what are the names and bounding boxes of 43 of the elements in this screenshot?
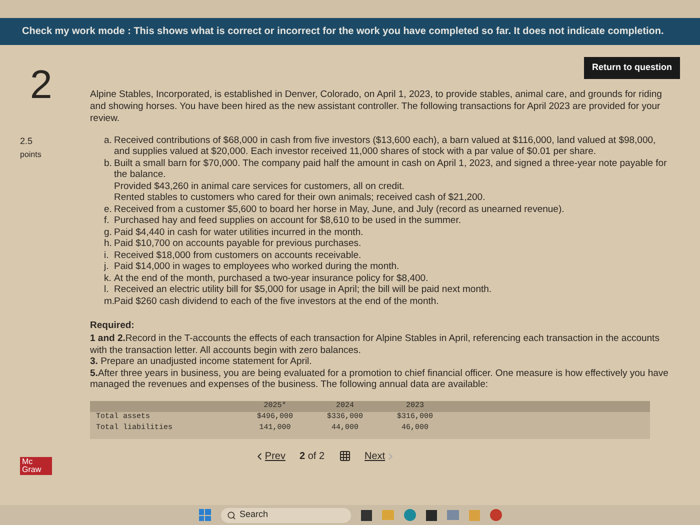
transaction-text: Received $18,000 from customers on accounts receivable. [114, 250, 362, 261]
transaction-letter: b. [104, 158, 113, 170]
mode-banner: Check my work mode : This shows what is correct or incorrect for the work you have completed so far. It does not indicate completion. [0, 18, 700, 45]
points-label: points [20, 148, 42, 160]
next-button[interactable]: Next [364, 448, 396, 464]
transaction-text: Paid $10,700 on accounts payable for previous purchases. [114, 238, 362, 250]
transaction-text: At the end of the month, purchased a two-year insurance policy for $8,400. [114, 272, 428, 284]
brand-logo: Mc Graw [20, 457, 52, 475]
return-to-question-button[interactable]: Return to question [584, 57, 680, 78]
transaction-letter: m. [104, 296, 114, 307]
transaction-letter: l. [104, 284, 110, 296]
app-icon[interactable] [360, 510, 372, 520]
transaction-letter: g. [104, 226, 113, 238]
transaction-letter: k. [104, 272, 112, 284]
transaction-letter: f. [104, 215, 110, 226]
required-heading: Required: [90, 319, 136, 333]
search-icon [226, 510, 236, 520]
points-value: 2.5 [20, 135, 34, 148]
transaction-text: Paid $260 cash dividend to each of the five investors at the end of the month. [114, 296, 439, 307]
transaction-letter: i. [104, 250, 110, 261]
requirement-text: 3. Prepare an unadjusted income statement for April. [90, 356, 313, 368]
transaction-letter: a. [104, 134, 113, 148]
transaction-letter: h. [104, 238, 113, 250]
question-number: 2 [30, 65, 54, 105]
prev-button[interactable]: Prev [254, 448, 286, 464]
transaction-text: Received from a customer $5,600 to board her horse in May, June, and July (record as unearned revenue). [114, 204, 564, 215]
taskbar-search-field[interactable]: Search [220, 508, 350, 522]
page-indicator: 2 of 2 [299, 450, 325, 464]
intro-paragraph: Alpine Stables, Incorporated, is established in Denver, Colorado, on April 1, 2023, to provide stables, animal care, and grounds for riding and showing horses. You have been hired as the new assistant controller. The following transactions for April 2023 are provided for your review. [90, 88, 663, 124]
transaction-letter: e. [104, 204, 113, 215]
transaction-text: Received an electric utility bill for $5,000 for usage in April; the bill will be paid next month. [114, 284, 492, 296]
transaction-text: Purchased hay and feed supplies on account for $8,610 to be used in the summer. [114, 215, 461, 226]
requirement-text: 1 and 2.Record in the T-accounts the effects of each transaction for Alpine Stables in April, referencing each transaction in the accounts with the transaction letter. All accounts begin with zero balances. [90, 333, 660, 356]
grid-icon[interactable] [338, 450, 351, 462]
requirement-text: 5.After three years in business, you are being evaluated for a promotion to chief financial officer. One measure is how effectively you have managed the revenues and expenses of the business. The following annual data are available: [90, 368, 670, 391]
transaction-text: Provided $43,260 in animal care services for customers, all on credit. [114, 180, 404, 192]
transaction-text: Received contributions of $68,000 in cash from five investors ($13,600 each), a barn valued at $116,000, land valued at $98,000, and supplies valued at $20,000. Each investor received 11,000 shares of stock with a par value of $0.01 per share. [114, 134, 657, 158]
transaction-text: Paid $14,000 in wages to employees who worked during the month. [114, 261, 400, 272]
transaction-text: Rented stables to customers who cared for their own animals; received cash of $21,200. [114, 192, 486, 204]
transaction-text: Paid $4,440 in cash for water utilities incurred in the month. [114, 226, 364, 238]
transaction-text: Built a small barn for $70,000. The company paid half the amount in cash on April 1, 2023, and signed a three-year note payable for the balance. [114, 158, 668, 180]
transaction-letter: j. [104, 261, 110, 272]
start-icon[interactable] [198, 509, 210, 521]
